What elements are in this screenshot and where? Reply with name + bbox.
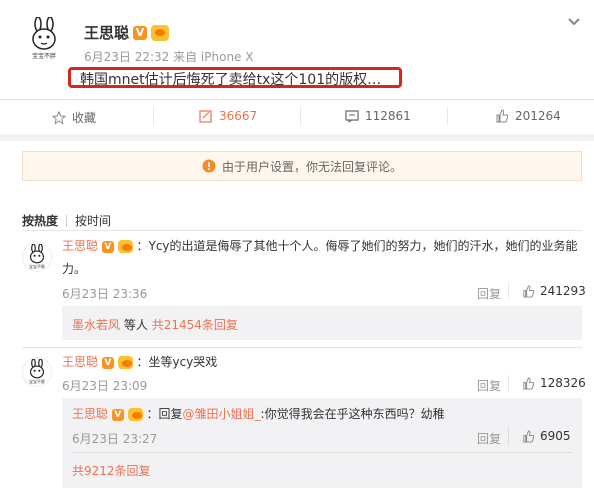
avatar-caption: 宝宝不胖 (31, 52, 56, 60)
reply-prefix: ：回复 (146, 407, 183, 421)
comment-button[interactable]: 112861 (345, 109, 411, 123)
comment-like-button[interactable]: 241293 (522, 284, 586, 298)
verified-icon: V (101, 356, 114, 369)
sort-divider (66, 214, 68, 227)
vip-emoji-icon (151, 24, 170, 41)
comment-body: 王思聪 V ：Ycy的出道是侮辱了其他十个人。侮辱了她们的努力，她们的汗水，她们… (62, 235, 582, 257)
comment-time: 6月23日 23:09 (62, 379, 148, 393)
sort-time-tab[interactable]: 按时间 (75, 212, 111, 229)
comment-like-button[interactable]: 128326 (522, 376, 586, 390)
vip-emoji-icon (127, 408, 143, 421)
comment-body: 王思聪 V ：坐等ycy哭戏 (62, 351, 217, 373)
chevron-down-icon[interactable] (566, 14, 582, 30)
avatar-caption: 宝宝不胖 (29, 379, 45, 384)
comment-author[interactable]: 王思聪 (62, 239, 98, 253)
reply-button[interactable]: 回复 (477, 285, 501, 302)
repost-icon (199, 110, 212, 123)
rabbit-icon (32, 16, 56, 50)
comment-like-count: 128326 (540, 376, 586, 390)
post-timestamp: 6月23日 22:32 来自 iPhone X (84, 50, 254, 64)
comment-author[interactable]: 王思聪 (62, 355, 98, 369)
post-avatar[interactable]: 宝宝不胖 (18, 12, 70, 64)
vip-emoji-icon (117, 356, 133, 369)
thumbs-up-icon (523, 284, 535, 298)
repost-button[interactable]: 36667 (199, 109, 257, 123)
avatar-caption: 宝宝不胖 (29, 264, 45, 269)
reply-notice-text: 由于用户设置，你无法回复评论。 (221, 159, 402, 174)
thumbs-up-icon (523, 429, 535, 443)
comment-text-line2: 力。 (62, 262, 87, 276)
verified-icon: V (111, 408, 124, 421)
like-count: 201264 (515, 109, 561, 123)
reply-text: :你觉得我会在乎这种东西吗？幼稚 (260, 407, 445, 421)
vip-emoji-icon (117, 240, 133, 253)
reply-notice: 由于用户设置，你无法回复评论。 (22, 151, 582, 181)
comment-text: ：坐等ycy哭戏 (136, 355, 218, 369)
reply-body: 王思聪 V ：回复@雏田小姐姐_:你觉得我会在乎这种东西吗？幼稚 (72, 403, 445, 425)
reply-time: 6月23日 23:27 (72, 432, 158, 446)
rabbit-icon (29, 244, 45, 264)
more-replies-link[interactable]: 共9212条回复 (72, 462, 151, 479)
thumbs-up-icon (496, 109, 509, 123)
verified-icon: V (133, 25, 148, 40)
reply-button[interactable]: 回复 (477, 377, 501, 394)
reply-mention[interactable]: @雏田小姐姐_ (183, 407, 261, 421)
comment-count: 112861 (365, 109, 411, 123)
star-icon (52, 110, 66, 125)
reply-reply-button[interactable]: 回复 (477, 430, 501, 447)
rabbit-icon (29, 359, 45, 379)
favorite-label: 收藏 (72, 111, 97, 125)
more-replies-link[interactable]: 共21454条回复 (152, 318, 238, 332)
reply-author[interactable]: 王思聪 (72, 407, 108, 421)
favorite-button[interactable]: 收藏 (52, 109, 96, 126)
comment-icon (345, 110, 359, 123)
verified-icon: V (101, 240, 114, 253)
like-button[interactable]: 201264 (495, 109, 561, 123)
repost-count: 36667 (219, 109, 258, 123)
comment-avatar[interactable]: 宝宝不胖 (22, 242, 52, 272)
reply-like-button[interactable]: 6905 (522, 429, 571, 443)
warning-icon (202, 159, 216, 173)
comment-time: 6月23日 23:36 (62, 287, 148, 301)
comment-like-count: 241293 (540, 284, 586, 298)
thumbs-up-icon (523, 376, 535, 390)
reply-like-count: 6905 (540, 429, 571, 443)
sub-reply-text: 等人 (123, 318, 148, 332)
sub-reply-author[interactable]: 墨水若风 (72, 318, 120, 332)
comment-text-line1: ：Ycy的出道是侮辱了其他十个人。侮辱了她们的努力，她们的汗水，她们的业务能 (136, 239, 578, 253)
comment-avatar[interactable]: 宝宝不胖 (22, 357, 52, 387)
post-text: 韩国mnet估计后悔死了卖给tx这个101的版权… (80, 72, 382, 88)
post-author[interactable]: 王思聪 (84, 22, 129, 43)
sort-hot-tab[interactable]: 按热度 (22, 212, 58, 229)
